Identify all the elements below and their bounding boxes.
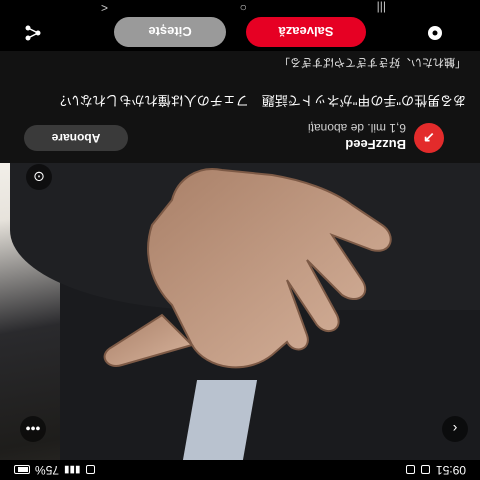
home-button[interactable]: ○ (240, 1, 247, 15)
hand-illustration (103, 168, 392, 369)
channel-row: ↗ BuzzFeed 6,1 mil. de abonați Abonare (0, 113, 480, 163)
post-title: ある男性の"手の甲"がネットで話題 フェチの人は憧れかもしれない？ (53, 93, 466, 108)
status-time: 09:51 (435, 463, 466, 477)
post-image[interactable]: ‹ ••• ⊙ (0, 163, 480, 460)
battery-level: 75% (35, 463, 60, 477)
battery-icon (14, 465, 30, 475)
subscribe-button[interactable]: Abonare (24, 125, 128, 151)
share-icon[interactable] (24, 24, 42, 42)
bluetooth-icon (85, 465, 95, 475)
status-bar: 09:51 ▮▮▮ 75% (0, 460, 480, 480)
post-subtitle: 「触れたい、好きすぎてやばすぎる」 (279, 56, 466, 68)
channel-avatar[interactable]: ↗ (414, 123, 444, 153)
notification-icon (420, 465, 430, 475)
notification-icon-2 (405, 465, 415, 475)
read-button[interactable]: Citește (114, 17, 226, 47)
action-bar: Salvează Citește (0, 15, 480, 51)
more-dots-icon[interactable]: ••• (20, 416, 46, 442)
back-chevron-icon[interactable]: ‹ (442, 416, 468, 442)
post-text: ある男性の"手の甲"がネットで話題 フェチの人は憧れかもしれない？ 「触れたい、… (0, 51, 480, 113)
back-button[interactable]: < (101, 1, 108, 15)
save-button[interactable]: Salvează (246, 17, 366, 47)
channel-name[interactable]: BuzzFeed (345, 137, 406, 152)
chat-bubble-icon[interactable] (426, 24, 444, 42)
lens-search-icon[interactable]: ⊙ (26, 164, 52, 190)
buzzfeed-logo-icon: ↗ (423, 130, 435, 147)
navigation-bar: ||| ○ < (0, 0, 480, 15)
signal-icon: ▮▮▮ (64, 464, 81, 476)
subscriber-count: 6,1 mil. de abonați (307, 121, 406, 135)
recents-button[interactable]: ||| (377, 1, 386, 15)
